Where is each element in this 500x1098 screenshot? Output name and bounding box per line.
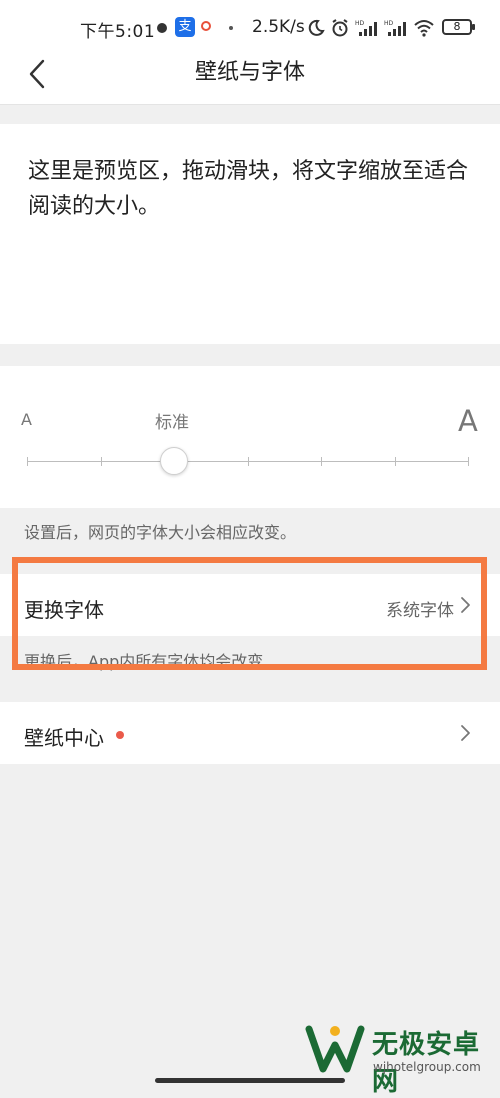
slider-thumb[interactable] (160, 447, 188, 475)
alarm-icon (332, 19, 348, 37)
signal-hd-icon-2: HD (384, 20, 406, 36)
preview-text: 这里是预览区，拖动滑块，将文字缩放至适合阅读的大小。 (28, 159, 469, 219)
wallpaper-center-row[interactable]: 壁纸中心 (0, 702, 500, 764)
font-size-note: 设置后，网页的字体大小会相应改变。 (24, 523, 297, 542)
svg-text:HD: HD (355, 20, 365, 27)
moon-icon (308, 19, 325, 36)
standard-font-label: 标准 (155, 413, 189, 433)
large-font-label: A (458, 404, 478, 438)
header: 壁纸与字体 (0, 58, 500, 105)
status-icons: HD HD (307, 15, 435, 41)
svg-text:HD: HD (384, 20, 394, 27)
new-badge-dot (116, 731, 124, 739)
wallpaper-center-label: 壁纸中心 (24, 726, 104, 750)
change-font-row[interactable]: 更换字体 系统字体 (0, 574, 500, 636)
slider-tick (101, 457, 102, 466)
slider-tick (395, 457, 396, 466)
font-size-slider-card: A 标准 A (0, 366, 500, 508)
network-speed: 2.5K/s (252, 17, 305, 37)
separator-dot-icon (229, 26, 233, 30)
slider-tick (468, 457, 469, 466)
app-notification-icon (201, 21, 211, 31)
status-bar: 下午5:01 支 2.5K/s HD HD 8 (0, 0, 500, 58)
watermark-url: wjhotelgroup.com (373, 1060, 481, 1074)
current-font-value: 系统字体 (386, 601, 454, 621)
change-font-note: 更换后，App内所有字体均会改变 (24, 652, 264, 671)
watermark-logo-icon (305, 1025, 365, 1073)
home-indicator[interactable] (155, 1078, 345, 1083)
alipay-app-icon: 支 (175, 17, 195, 37)
signal-hd-icon: HD (355, 20, 377, 36)
status-time: 下午5:01 (80, 22, 156, 42)
preview-area: 这里是预览区，拖动滑块，将文字缩放至适合阅读的大小。 (0, 124, 500, 344)
wifi-icon (414, 20, 434, 37)
chevron-right-icon (461, 597, 470, 613)
battery-icon: 8 (442, 19, 475, 35)
slider-tick (27, 457, 28, 466)
small-font-label: A (21, 410, 32, 429)
page-title: 壁纸与字体 (194, 60, 305, 85)
slider-tick (248, 457, 249, 466)
change-font-label: 更换字体 (24, 598, 104, 622)
chevron-right-icon (461, 725, 470, 741)
slider-tick (321, 457, 322, 466)
notification-dot-icon (157, 23, 167, 33)
